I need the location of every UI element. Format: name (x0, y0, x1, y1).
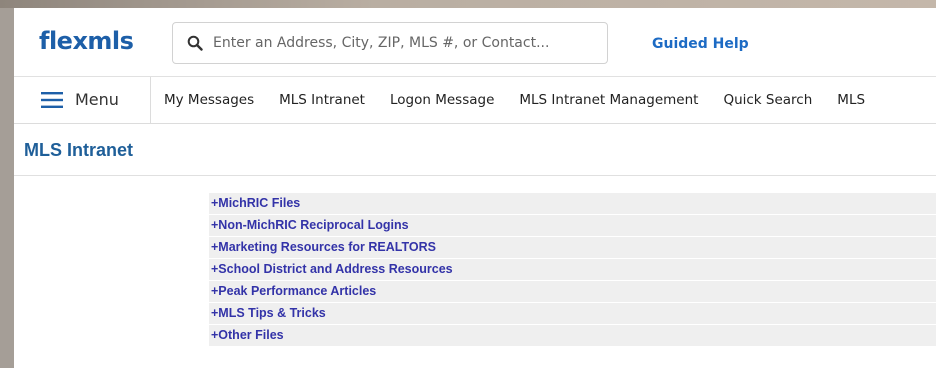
search-icon (187, 35, 203, 51)
nav-item-logon-message[interactable]: Logon Message (390, 92, 494, 108)
menu-button[interactable]: Menu (14, 77, 151, 123)
guided-help-link[interactable]: Guided Help (652, 36, 749, 52)
nav-item-mls-intranet[interactable]: MLS Intranet (279, 92, 365, 108)
search-input[interactable] (213, 23, 593, 63)
nav-item-quick-search[interactable]: Quick Search (723, 92, 812, 108)
section-marketing-resources[interactable]: +Marketing Resources for REALTORS (209, 237, 936, 259)
section-michric-files[interactable]: +MichRIC Files (209, 193, 936, 215)
section-mls-tips-tricks[interactable]: +MLS Tips & Tricks (209, 303, 936, 325)
page: flexmls Guided Help Menu My Messages MLS… (14, 8, 936, 368)
hamburger-icon (41, 92, 63, 108)
title-divider (14, 175, 936, 176)
app-header: flexmls Guided Help (14, 8, 936, 77)
nav-item-mls[interactable]: MLS (837, 92, 865, 108)
section-other-files[interactable]: +Other Files (209, 325, 936, 347)
menu-label: Menu (75, 90, 119, 109)
browser-top-strip (0, 0, 936, 8)
section-reciprocal-logins[interactable]: +Non-MichRIC Reciprocal Logins (209, 215, 936, 237)
page-title: MLS Intranet (24, 140, 134, 160)
nav-bar: Menu My Messages MLS Intranet Logon Mess… (14, 77, 936, 124)
nav-item-mls-intranet-management[interactable]: MLS Intranet Management (519, 92, 698, 108)
search-box[interactable] (172, 22, 608, 64)
section-peak-performance-articles[interactable]: +Peak Performance Articles (209, 281, 936, 303)
section-list: +MichRIC Files +Non-MichRIC Reciprocal L… (209, 193, 936, 347)
nav-item-my-messages[interactable]: My Messages (164, 92, 254, 108)
nav-items: My Messages MLS Intranet Logon Message M… (164, 77, 890, 123)
flexmls-logo[interactable]: flexmls (39, 27, 134, 55)
section-school-district-resources[interactable]: +School District and Address Resources (209, 259, 936, 281)
